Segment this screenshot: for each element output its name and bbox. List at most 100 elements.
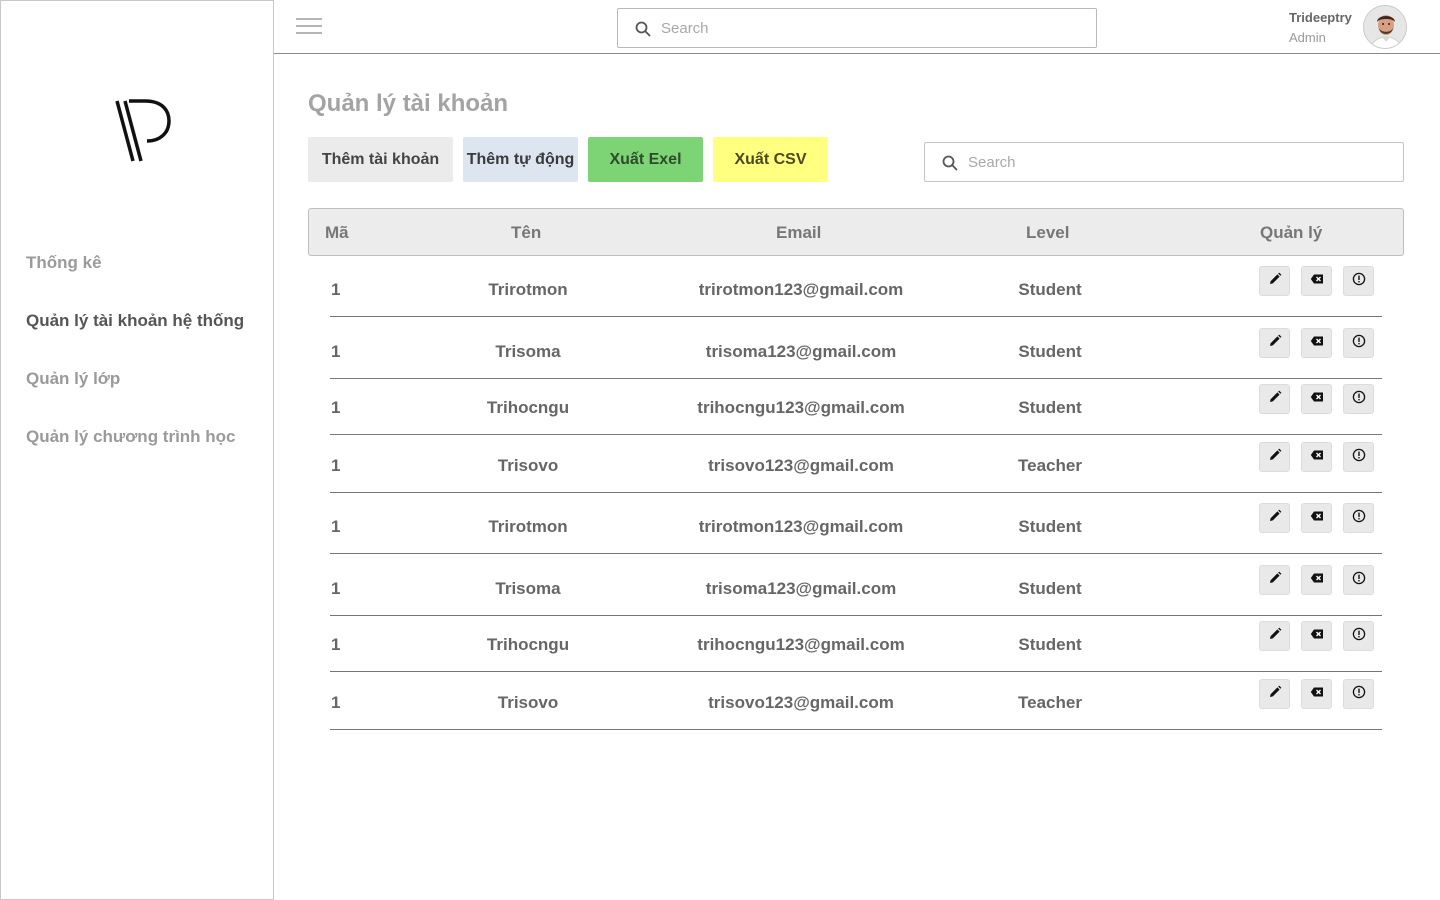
table-row: 1 Trisoma trisoma123@gmail.com Student [330, 554, 1382, 616]
info-circle-icon [1352, 627, 1366, 646]
cell-id: 1 [331, 693, 341, 712]
sidebar-item-quan-ly-chuong-trinh-hoc[interactable]: Quản lý chương trình học [26, 427, 236, 447]
cell-level: Student [1018, 579, 1082, 598]
backspace-delete-icon [1310, 509, 1324, 528]
cell-level: Student [1018, 635, 1082, 654]
top-bar: Trideeptry Admin [274, 0, 1440, 54]
backspace-delete-icon [1310, 685, 1324, 704]
hamburger-menu-icon[interactable] [296, 18, 322, 36]
logo-icon[interactable] [115, 99, 171, 165]
user-name: Trideeptry [1289, 10, 1352, 25]
info-circle-icon [1352, 272, 1366, 291]
sidebar: Thống kê Quản lý tài khoản hệ thống Quản… [0, 0, 274, 900]
cell-level: Teacher [1018, 693, 1082, 712]
info-button[interactable] [1343, 328, 1374, 358]
backspace-delete-icon [1310, 390, 1324, 409]
delete-button[interactable] [1301, 328, 1332, 358]
cell-name: Trirotmon [488, 517, 568, 536]
edit-button[interactable] [1259, 503, 1290, 533]
cell-email: trirotmon123@gmail.com [698, 280, 904, 299]
avatar[interactable] [1363, 5, 1407, 49]
info-button[interactable] [1343, 442, 1374, 472]
table-row: 1 Trisoma trisoma123@gmail.com Student [330, 318, 1382, 379]
cell-id: 1 [331, 579, 341, 598]
delete-button[interactable] [1301, 442, 1332, 472]
info-circle-icon [1352, 334, 1366, 353]
table-search-box[interactable] [924, 142, 1404, 182]
cell-level: Student [1018, 398, 1082, 417]
auto-add-button[interactable]: Thêm tự động [463, 137, 578, 182]
table-row: 1 Trihocngu trihocngu123@gmail.com Student [330, 379, 1382, 435]
pencil-icon [1268, 272, 1282, 291]
table-search-input[interactable] [968, 143, 1396, 181]
cell-id: 1 [331, 456, 341, 475]
cell-email: trirotmon123@gmail.com [698, 517, 904, 536]
edit-button[interactable] [1259, 442, 1290, 472]
column-header-manage: Quản lý [1260, 223, 1323, 242]
info-circle-icon [1352, 390, 1366, 409]
header-search-box[interactable] [617, 8, 1097, 48]
edit-button[interactable] [1259, 384, 1290, 414]
edit-button[interactable] [1259, 679, 1290, 709]
cell-email: trisoma123@gmail.com [705, 579, 897, 598]
cell-level: Student [1018, 342, 1082, 361]
pencil-icon [1268, 390, 1282, 409]
cell-name: Trisovo [497, 456, 559, 475]
info-button[interactable] [1343, 621, 1374, 651]
export-excel-button[interactable]: Xuất Exel [588, 137, 703, 182]
table-row: 1 Trirotmon trirotmon123@gmail.com Student [330, 493, 1382, 554]
info-circle-icon [1352, 571, 1366, 590]
export-csv-button[interactable]: Xuất CSV [713, 137, 828, 182]
column-header-id[interactable]: Mã [325, 223, 349, 243]
info-button[interactable] [1343, 503, 1374, 533]
cell-email: trihocngu123@gmail.com [697, 635, 905, 654]
cell-level: Teacher [1018, 456, 1082, 475]
edit-button[interactable] [1259, 621, 1290, 651]
delete-button[interactable] [1301, 503, 1332, 533]
delete-button[interactable] [1301, 384, 1332, 414]
backspace-delete-icon [1310, 272, 1324, 291]
backspace-delete-icon [1310, 448, 1324, 467]
sidebar-item-quan-ly-tai-khoan[interactable]: Quản lý tài khoản hệ thống [26, 311, 244, 331]
column-header-level[interactable]: Level [1026, 223, 1069, 243]
backspace-delete-icon [1310, 334, 1324, 353]
edit-button[interactable] [1259, 328, 1290, 358]
pencil-icon [1268, 571, 1282, 590]
delete-button[interactable] [1301, 621, 1332, 651]
info-circle-icon [1352, 448, 1366, 467]
delete-button[interactable] [1301, 266, 1332, 296]
info-button[interactable] [1343, 679, 1374, 709]
cell-level: Student [1018, 517, 1082, 536]
backspace-delete-icon [1310, 571, 1324, 590]
cell-name: Trisoma [495, 579, 561, 598]
info-circle-icon [1352, 509, 1366, 528]
delete-button[interactable] [1301, 565, 1332, 595]
avatar-image [1364, 6, 1406, 48]
table-row: 1 Trisovo trisovo123@gmail.com Teacher [330, 672, 1382, 730]
cell-email: trisoma123@gmail.com [705, 342, 897, 361]
backspace-delete-icon [1310, 627, 1324, 646]
column-header-name[interactable]: Tên [511, 223, 541, 243]
pencil-icon [1268, 685, 1282, 704]
header-search-input[interactable] [661, 9, 1089, 47]
search-icon [942, 155, 958, 171]
cell-email: trisovo123@gmail.com [708, 693, 894, 712]
column-header-email[interactable]: Email [776, 223, 821, 243]
info-button[interactable] [1343, 266, 1374, 296]
edit-button[interactable] [1259, 266, 1290, 296]
cell-email: trisovo123@gmail.com [708, 456, 894, 475]
delete-button[interactable] [1301, 679, 1332, 709]
add-account-button[interactable]: Thêm tài khoản [308, 137, 453, 182]
cell-name: Trihocngu [486, 398, 570, 417]
pencil-icon [1268, 334, 1282, 353]
cell-name: Trisovo [497, 693, 559, 712]
cell-id: 1 [331, 635, 341, 654]
cell-level: Student [1018, 280, 1082, 299]
sidebar-item-thong-ke[interactable]: Thống kê [26, 253, 102, 273]
edit-button[interactable] [1259, 565, 1290, 595]
table-header: Mã Tên Email Level Quản lý [308, 208, 1404, 256]
info-button[interactable] [1343, 565, 1374, 595]
sidebar-item-quan-ly-lop[interactable]: Quản lý lớp [26, 369, 120, 389]
info-button[interactable] [1343, 384, 1374, 414]
pencil-icon [1268, 509, 1282, 528]
